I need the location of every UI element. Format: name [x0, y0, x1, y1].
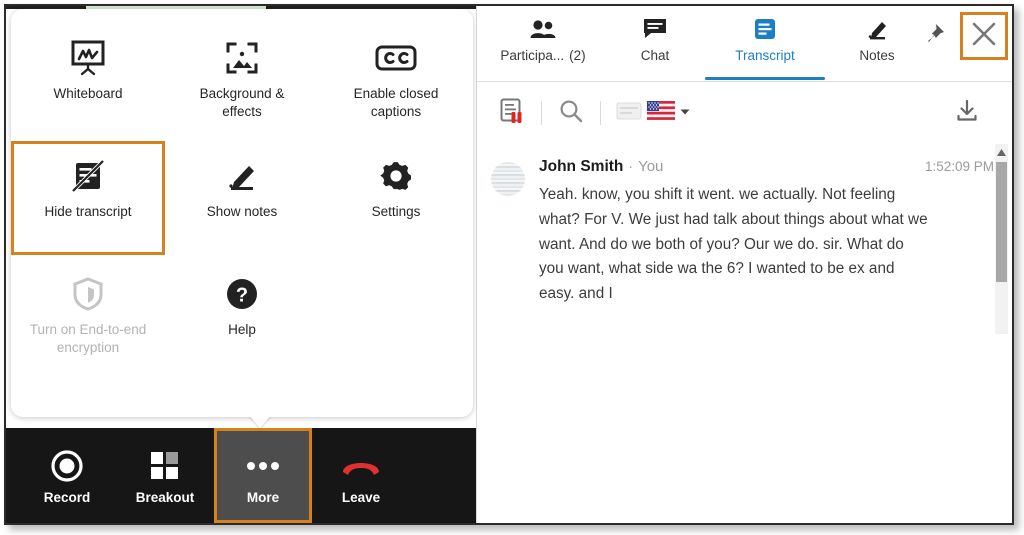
us-flag-icon: [647, 101, 675, 125]
transcript-entry-body: John Smith · You 1:52:09 PM Yeah. know, …: [539, 158, 994, 307]
side-panel-actions: [916, 12, 1008, 60]
menu-item-label: Help: [228, 322, 256, 337]
subtitle-icon: [615, 100, 643, 127]
pin-icon: [922, 22, 946, 51]
speaker-name: John Smith: [539, 158, 624, 175]
tab-selected-underline: [705, 77, 825, 80]
language-selector[interactable]: [609, 96, 697, 131]
menu-item-label: Settings: [371, 204, 421, 219]
transcript-entry-header: John Smith · You 1:52:09 PM: [539, 158, 994, 176]
transcript-toolbar: [477, 82, 1012, 144]
whiteboard-icon: [68, 37, 108, 79]
more-options-grid: Whiteboard Background & effects Enable c…: [11, 23, 473, 373]
toolbar-divider: [541, 101, 542, 125]
control-button-label: Breakout: [135, 490, 195, 505]
control-button-label: Leave: [341, 490, 381, 505]
leave-phone-icon: [339, 446, 383, 486]
search-icon: [558, 98, 584, 129]
menu-item-whiteboard[interactable]: Whiteboard: [11, 23, 165, 137]
breakout-grid-icon: [150, 446, 180, 486]
hide-transcript-icon: [69, 155, 107, 197]
menu-pointer-tail: [249, 415, 271, 428]
shield-icon: [70, 273, 106, 315]
transcript-icon: [752, 15, 778, 43]
screenshot-root: Whiteboard Background & effects Enable c…: [0, 0, 1024, 535]
close-panel-button[interactable]: [960, 12, 1008, 60]
tab-participants-textrow: Participa... (2): [500, 48, 585, 63]
tab-label: Notes: [859, 48, 895, 63]
tab-notes-textrow: Notes: [859, 48, 894, 63]
pin-button[interactable]: [916, 18, 952, 54]
pause-transcript-button[interactable]: [491, 92, 533, 134]
notes-pencil-icon: [864, 15, 890, 43]
control-button-label: Record: [43, 490, 91, 505]
notes-pencil-icon: [222, 155, 262, 197]
menu-item-label: Hide transcript: [44, 204, 132, 219]
menu-item-end-to-end-encryption[interactable]: Turn on End-to-end encryption: [11, 259, 165, 373]
tab-label: Participa...: [500, 48, 565, 63]
toolbar-divider: [600, 101, 601, 125]
menu-item-closed-captions[interactable]: Enable closed captions: [319, 23, 473, 137]
side-panel-tabbar: Participa... (2) Chat Transcript Notes: [477, 6, 1012, 82]
chevron-down-icon: [679, 104, 691, 122]
control-button-label: More: [246, 490, 280, 505]
tab-transcript-textrow: Transcript: [735, 48, 795, 63]
search-button[interactable]: [550, 92, 592, 134]
menu-item-label: Whiteboard: [53, 86, 123, 101]
self-label: You: [638, 158, 664, 175]
menu-item-label: Background & effects: [199, 86, 285, 119]
more-dots-icon: [243, 446, 283, 486]
control-button-record[interactable]: Record: [18, 428, 116, 523]
more-options-menu: Whiteboard Background & effects Enable c…: [11, 9, 473, 417]
transcript-side-panel: Participa... (2) Chat Transcript Notes J…: [476, 6, 1012, 523]
transcript-entry: John Smith · You 1:52:09 PM Yeah. know, …: [477, 144, 1012, 307]
participants-count: (2): [569, 48, 586, 63]
tab-transcript[interactable]: Transcript: [701, 6, 829, 80]
menu-item-label: Show notes: [206, 204, 278, 219]
pause-transcript-icon: [498, 97, 526, 130]
download-transcript-button[interactable]: [948, 94, 986, 132]
menu-item-show-notes[interactable]: Show notes: [165, 141, 319, 255]
tab-chat-textrow: Chat: [641, 48, 670, 63]
app-window-frame: Whiteboard Background & effects Enable c…: [4, 4, 1014, 525]
control-button-breakout[interactable]: Breakout: [116, 428, 214, 523]
participants-icon: [529, 15, 557, 43]
menu-item-settings[interactable]: Settings: [319, 141, 473, 255]
chat-bubble-icon: [642, 15, 668, 43]
scrollbar-thumb[interactable]: [996, 162, 1007, 282]
svg-text:?: ?: [236, 285, 248, 307]
download-icon: [954, 98, 980, 129]
control-button-leave[interactable]: Leave: [312, 428, 410, 523]
control-buttons-row: Record Breakout More Leave: [6, 428, 476, 523]
scrollbar-up-arrow[interactable]: [995, 146, 1008, 159]
record-icon: [50, 446, 84, 486]
menu-item-help[interactable]: ? Help: [165, 259, 319, 373]
transcript-text: Yeah. know, you shift it went. we actual…: [539, 186, 928, 303]
menu-item-background-effects[interactable]: Background & effects: [165, 23, 319, 137]
tab-notes[interactable]: Notes: [829, 6, 925, 80]
gear-icon: [377, 155, 415, 197]
closed-captions-icon: [374, 37, 418, 79]
tab-label: Chat: [640, 48, 670, 63]
meeting-control-bar: Record Breakout More Leave: [6, 428, 476, 523]
close-icon: [971, 21, 997, 52]
tab-label: Transcript: [735, 48, 795, 63]
menu-item-label: Turn on End-to-end encryption: [29, 322, 147, 355]
separator-dot: ·: [628, 158, 634, 174]
help-icon: ?: [224, 273, 260, 315]
menu-item-hide-transcript[interactable]: Hide transcript: [11, 141, 165, 255]
tab-chat[interactable]: Chat: [609, 6, 701, 80]
transcript-list[interactable]: John Smith · You 1:52:09 PM Yeah. know, …: [477, 144, 1012, 334]
app-window-inner: Whiteboard Background & effects Enable c…: [6, 6, 1012, 523]
meeting-window: Whiteboard Background & effects Enable c…: [6, 6, 476, 523]
control-button-more[interactable]: More: [214, 428, 312, 523]
menu-item-label: Enable closed captions: [353, 86, 439, 119]
timestamp: 1:52:09 PM: [924, 159, 994, 174]
transcript-scrollbar[interactable]: [995, 144, 1008, 334]
avatar: [491, 162, 525, 196]
background-effects-icon: [222, 37, 262, 79]
tab-participants[interactable]: Participa... (2): [477, 6, 609, 80]
